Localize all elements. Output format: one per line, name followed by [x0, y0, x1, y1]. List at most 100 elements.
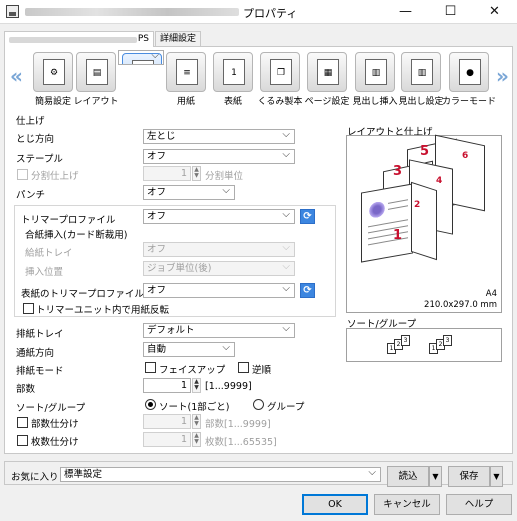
- split-stepper[interactable]: ▲ ▼: [192, 166, 201, 181]
- icon-glyph: ▥: [365, 59, 387, 85]
- category-button[interactable]: ❐ くるみ製本: [257, 50, 303, 110]
- copies-label: 部数: [16, 384, 36, 395]
- close-button[interactable]: ✕: [472, 0, 517, 24]
- preview-page-number: 5: [420, 144, 430, 159]
- split-label: 分割仕上げ: [31, 171, 79, 182]
- printer-app-icon: [6, 5, 19, 18]
- split-checkbox[interactable]: [17, 169, 28, 180]
- icon-glyph: ≡: [176, 59, 198, 85]
- cover-trimmer-label: 表紙のトリマープロファイル: [21, 289, 144, 300]
- scroll-right-arrow-icon[interactable]: »: [496, 64, 509, 88]
- interleave-title: 合紙挿入(カード断裁用): [25, 230, 128, 241]
- preview-page-2: [411, 181, 437, 261]
- icon-glyph: ●: [459, 59, 481, 85]
- layout-preview: 5 6 3 4 1 2 A4 210.0x297.0 mm: [346, 134, 502, 313]
- color-mode-icon: ●: [449, 52, 489, 92]
- group-radio[interactable]: [253, 399, 264, 410]
- sheet-separate-hint: 枚数[1...65535]: [205, 437, 277, 448]
- load-button[interactable]: 読込: [387, 466, 429, 487]
- reverse-order-checkbox[interactable]: [238, 362, 249, 373]
- category-button[interactable]: ≡ 用紙: [163, 50, 209, 110]
- trimmer-refresh-icon[interactable]: ⟳: [300, 209, 315, 224]
- preview-page-1: [361, 183, 413, 263]
- tab-insert-icon: ▥: [355, 52, 395, 92]
- sort-radio[interactable]: [145, 399, 156, 410]
- binding-label: とじ方向: [16, 134, 55, 145]
- copy-separate-stepper[interactable]: ▲ ▼: [192, 414, 201, 429]
- category-button[interactable]: ▦ ページ設定: [304, 50, 350, 110]
- icon-glyph: ▤: [86, 59, 108, 85]
- favorites-select[interactable]: 標準設定: [60, 467, 381, 482]
- insert-position-select[interactable]: ジョブ単位(後): [143, 261, 295, 276]
- reverse-in-trimmer-checkbox[interactable]: [23, 303, 34, 314]
- printer-name-blurred: [25, 8, 239, 16]
- category-button[interactable]: ☰仕上げ: [118, 50, 164, 65]
- preview-page-number: 3: [393, 164, 403, 179]
- save-button[interactable]: 保存: [448, 466, 490, 487]
- sheet-separate-input[interactable]: 1: [143, 432, 191, 447]
- icon-glyph: ▥: [411, 59, 433, 85]
- punch-select[interactable]: オフ: [143, 185, 235, 200]
- feed-direction-select[interactable]: 自動: [143, 342, 235, 357]
- sheet-separate-checkbox[interactable]: [17, 435, 28, 446]
- sort-preview: 1 2 3 1 2 3: [346, 328, 502, 362]
- favorites-label: お気に入り: [11, 472, 59, 483]
- feed-tray-label: 給紙トレイ: [25, 248, 73, 259]
- insert-position-label: 挿入位置: [25, 267, 64, 278]
- icon-glyph: 1: [223, 59, 245, 85]
- copy-separate-checkbox[interactable]: [17, 417, 28, 428]
- help-button[interactable]: ヘルプ: [446, 494, 512, 515]
- tab-printer-name-blurred: [9, 37, 137, 43]
- split-unit-label: 分割単位: [205, 171, 244, 182]
- sheet-separate-stepper[interactable]: ▲ ▼: [192, 432, 201, 447]
- reverse-in-trimmer-label: トリマーユニット内で用紙反転: [36, 305, 170, 316]
- category-button[interactable]: 1 表紙: [210, 50, 256, 110]
- punch-label: パンチ: [16, 190, 45, 201]
- copies-input[interactable]: 1: [143, 378, 191, 393]
- split-input[interactable]: 1: [143, 166, 191, 181]
- category-button[interactable]: ▤ レイアウト: [73, 50, 119, 110]
- feed-tray-select[interactable]: オフ: [143, 242, 295, 257]
- copies-stepper[interactable]: ▲ ▼: [192, 378, 201, 393]
- cover-trimmer-select[interactable]: オフ: [143, 283, 295, 298]
- flower-image-icon: [368, 199, 386, 221]
- ok-button[interactable]: OK: [302, 494, 368, 515]
- preview-size: 210.0x297.0 mm: [424, 300, 497, 310]
- cancel-button[interactable]: キャンセル: [374, 494, 440, 515]
- feed-direction-label: 通紙方向: [16, 348, 55, 359]
- preview-page-number: 2: [414, 200, 421, 210]
- load-dropdown-icon[interactable]: ▼: [429, 466, 442, 487]
- icon-glyph: ⚙: [43, 59, 65, 85]
- output-tray-select[interactable]: デフォルト: [143, 323, 295, 338]
- copy-separate-input[interactable]: 1: [143, 414, 191, 429]
- save-dropdown-icon[interactable]: ▼: [490, 466, 503, 487]
- trimmer-label: トリマープロファイル: [21, 215, 116, 226]
- group-radio-label: グループ: [267, 402, 305, 413]
- category-label: レイアウト: [73, 97, 119, 107]
- sort-page: 3: [401, 335, 410, 346]
- preview-page-number: 6: [462, 151, 469, 161]
- cover-trimmer-refresh-icon[interactable]: ⟳: [300, 283, 315, 298]
- window-title: プロパティ: [243, 7, 298, 20]
- trimmer-select[interactable]: オフ: [143, 209, 295, 224]
- cover-icon: 1: [213, 52, 253, 92]
- faceup-label: フェイスアップ: [159, 365, 226, 376]
- minimize-button[interactable]: —: [383, 0, 428, 24]
- tab-ps[interactable]: PS: [4, 31, 154, 47]
- category-button[interactable]: ▥ 見出し設定: [398, 50, 444, 110]
- tab-detail-settings[interactable]: 詳細設定: [155, 31, 201, 46]
- tab-setting-icon: ▥: [401, 52, 441, 92]
- sort-group-label: ソート/グループ: [16, 403, 86, 414]
- staple-label: ステープル: [16, 154, 63, 165]
- scroll-left-arrow-icon[interactable]: «: [10, 64, 23, 88]
- binding-select[interactable]: 左とじ: [143, 129, 295, 144]
- sort-radio-label: ソート(1部ごと): [159, 402, 230, 413]
- preview-paper: A4: [485, 289, 497, 299]
- staple-select[interactable]: オフ: [143, 149, 295, 164]
- page-setting-icon: ▦: [307, 52, 347, 92]
- faceup-checkbox[interactable]: [145, 362, 156, 373]
- maximize-button[interactable]: ☐: [428, 0, 473, 24]
- perfect-binding-icon: ❐: [260, 52, 300, 92]
- category-button[interactable]: ● カラーモード: [442, 50, 496, 110]
- icon-glyph: ☰: [132, 60, 154, 64]
